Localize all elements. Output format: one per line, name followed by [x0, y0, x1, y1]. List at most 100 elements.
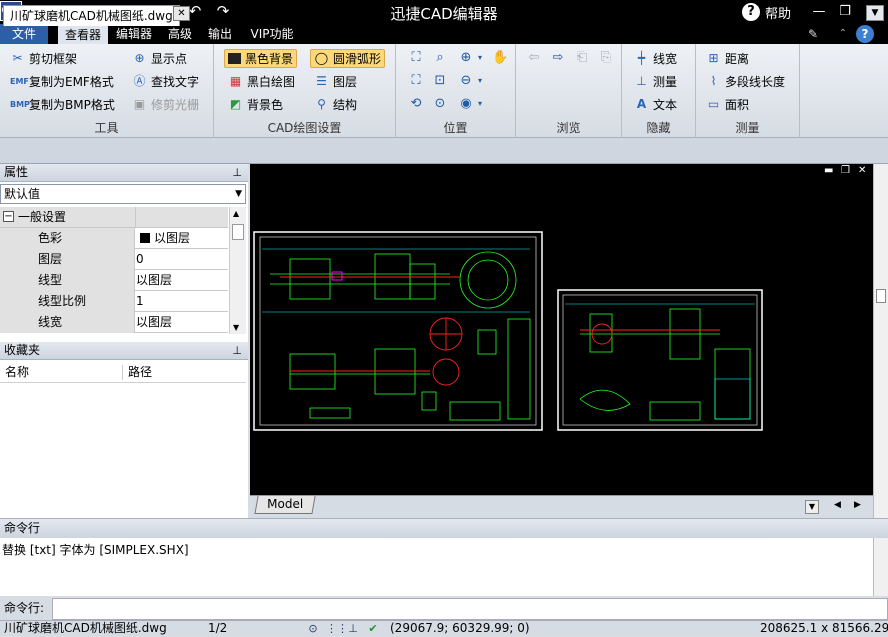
scroll-right-icon[interactable]: ▶ — [854, 500, 861, 510]
lineweight-label: 线宽 — [653, 51, 678, 66]
tab-file[interactable]: 文件 — [0, 24, 48, 44]
ribbon-group-label: 浏览 — [556, 121, 581, 135]
3d-orbit-icon[interactable]: ⟲ — [408, 96, 424, 112]
property-row-layer[interactable]: 图层 0 — [0, 249, 228, 270]
column-name[interactable]: 名称 — [5, 362, 29, 383]
find-text-label: 查找文字 — [151, 74, 200, 89]
text-hide-button[interactable]: A 文本 — [634, 94, 677, 114]
tab-advanced[interactable]: 高级 — [164, 24, 196, 44]
property-group-row[interactable]: − 一般设置 — [0, 207, 228, 228]
tab-vip[interactable]: VIP功能 — [246, 24, 298, 44]
pan-hand-icon[interactable]: ✋ — [492, 50, 508, 66]
polyline-length-button[interactable]: ⌇ 多段线长度 — [706, 71, 785, 91]
properties-scrollbar[interactable]: ▲ ▼ — [229, 207, 246, 334]
copy-emf-label: 复制为EMF格式 — [29, 74, 114, 89]
ortho-icon[interactable]: ⊥ — [346, 622, 360, 636]
menu-bar: 文件 查看器 编辑器 高级 输出 VIP功能 ✎ ⌃ ? — [0, 24, 888, 44]
restore-icon[interactable]: ❐ — [834, 2, 856, 22]
ribbon-group-measure: ⊞ 距离 ⌇ 多段线长度 ▭ 面积 测量 — [696, 44, 800, 138]
osnap-icon[interactable]: ✔ — [366, 622, 380, 636]
collapse-icon[interactable]: − — [3, 211, 14, 222]
area-button[interactable]: ▭ 面积 — [706, 94, 749, 114]
scroll-up-icon[interactable]: ▲ — [233, 209, 239, 218]
property-row-color[interactable]: 色彩 以图层 — [0, 228, 228, 249]
layout-dropdown-icon[interactable]: ▼ — [805, 500, 819, 514]
previous-icon[interactable]: ⇦ — [526, 50, 542, 66]
fit-window-icon[interactable]: ⛶ — [408, 50, 424, 66]
canvas-minimize-icon[interactable]: ▬ — [824, 165, 833, 176]
view-options-dropdown-icon[interactable]: ▾ — [472, 96, 488, 112]
tab-output[interactable]: 输出 — [204, 24, 236, 44]
snap-icon[interactable]: ⊙ — [306, 622, 320, 636]
property-key: 图层 — [0, 249, 135, 270]
document-tab[interactable]: 川矿球磨机CAD机械图纸.dwg — [3, 5, 180, 26]
tab-viewer[interactable]: 查看器 — [58, 25, 108, 44]
command-scrollbar[interactable] — [873, 538, 888, 596]
copy-bmp-button[interactable]: BMP 复制为BMP格式 — [10, 94, 115, 114]
measure-hide-label: 测量 — [653, 74, 678, 89]
forward-icon[interactable]: ⎘ — [598, 50, 614, 66]
command-input[interactable] — [52, 598, 888, 620]
lineweight-button[interactable]: ┿ 线宽 — [634, 48, 677, 68]
background-color-button[interactable]: ◩ 背景色 — [228, 94, 283, 114]
drawing-canvas[interactable] — [250, 164, 873, 495]
cut-frame-button[interactable]: ✂ 剪切框架 — [10, 48, 77, 68]
minimize-icon[interactable]: — — [808, 2, 830, 22]
about-icon[interactable]: ? — [856, 25, 874, 43]
scroll-thumb[interactable] — [232, 224, 244, 240]
pin-icon[interactable]: ⊥ — [232, 342, 242, 359]
next-icon[interactable]: ⇨ — [550, 50, 566, 66]
ribbon-options-icon[interactable]: ✎ — [804, 24, 822, 44]
properties-title: 属性 — [4, 165, 29, 179]
copy-emf-button[interactable]: EMF 复制为EMF格式 — [10, 71, 114, 91]
canvas-restore-icon[interactable]: ❐ — [841, 165, 850, 176]
model-tab[interactable]: Model — [254, 496, 316, 514]
zoom-out-dropdown-icon[interactable]: ▾ — [472, 73, 488, 89]
scroll-left-icon[interactable]: ◀ — [834, 500, 841, 510]
favorites-title: 收藏夹 — [4, 343, 41, 357]
layout-tab-bar: ◀ ▶ ▼ — [250, 495, 873, 518]
scroll-down-icon[interactable]: ▼ — [233, 323, 239, 332]
properties-dropdown[interactable]: 默认值 ▼ — [0, 184, 246, 204]
canvas-window-controls: ▬ ❐ ✕ — [822, 165, 872, 179]
black-background-button[interactable]: 黑色背景 — [224, 49, 298, 68]
canvas-close-icon[interactable]: ✕ — [858, 165, 866, 176]
tab-editor[interactable]: 编辑器 — [112, 24, 156, 44]
distance-button[interactable]: ⊞ 距离 — [706, 48, 749, 68]
back-icon[interactable]: ⎗ — [574, 50, 590, 66]
background-color-icon: ◩ — [229, 96, 242, 111]
bw-drawing-button[interactable]: ▦ 黑白绘图 — [228, 71, 295, 91]
black-background-icon — [228, 53, 241, 64]
property-row-linetype-scale[interactable]: 线型比例 1 — [0, 291, 228, 312]
document-list-dropdown-icon[interactable]: ▼ — [866, 5, 884, 21]
crosshair-icon: ⊕ — [134, 50, 145, 65]
measure-hide-button[interactable]: ⊥ 测量 — [634, 71, 677, 91]
collapse-ribbon-icon[interactable]: ⌃ — [836, 24, 850, 44]
pin-icon[interactable]: ⊥ — [232, 164, 242, 181]
show-points-button[interactable]: ⊕ 显示点 — [132, 48, 187, 68]
document-tab-bar — [0, 138, 888, 164]
cut-frame-icon: ✂ — [12, 50, 23, 65]
property-row-lineweight[interactable]: 线宽 以图层 — [0, 312, 228, 333]
layers-button[interactable]: ☰ 图层 — [314, 71, 357, 91]
scroll-thumb[interactable] — [876, 289, 886, 303]
help-button[interactable]: ? 帮助 — [742, 0, 791, 24]
zoom-extents-icon[interactable]: ⊡ — [432, 73, 448, 89]
column-path[interactable]: 路径 — [128, 362, 152, 383]
property-value: 以图层 — [136, 315, 173, 329]
trim-raster-button[interactable]: ▣ 修剪光栅 — [132, 94, 199, 114]
zoom-in-dropdown-icon[interactable]: ▾ — [472, 50, 488, 66]
find-text-button[interactable]: Ⓐ 查找文字 — [132, 71, 199, 91]
grid-icon[interactable]: ⋮⋮ — [326, 622, 348, 636]
ribbon-group-tools: ✂ 剪切框架 EMF 复制为EMF格式 BMP 复制为BMP格式 ⊕ 显示点 Ⓐ 查找文字… — [0, 44, 214, 138]
bw-drawing-label: 黑白绘图 — [247, 74, 296, 89]
smooth-arc-button[interactable]: ◯ 圆滑弧形 — [310, 49, 386, 68]
property-row-linetype[interactable]: 线型 以图层 — [0, 270, 228, 291]
property-key: 线型 — [0, 270, 135, 291]
zoom-previous-icon[interactable]: ⊙ — [432, 96, 448, 112]
fit-extents-icon[interactable]: ⛶ — [408, 73, 424, 89]
canvas-vertical-scrollbar[interactable] — [873, 164, 888, 518]
zoom-window-icon[interactable]: ⌕ — [432, 50, 448, 66]
close-document-icon[interactable]: ✕ — [173, 6, 190, 21]
structure-button[interactable]: ⚲ 结构 — [314, 94, 357, 114]
